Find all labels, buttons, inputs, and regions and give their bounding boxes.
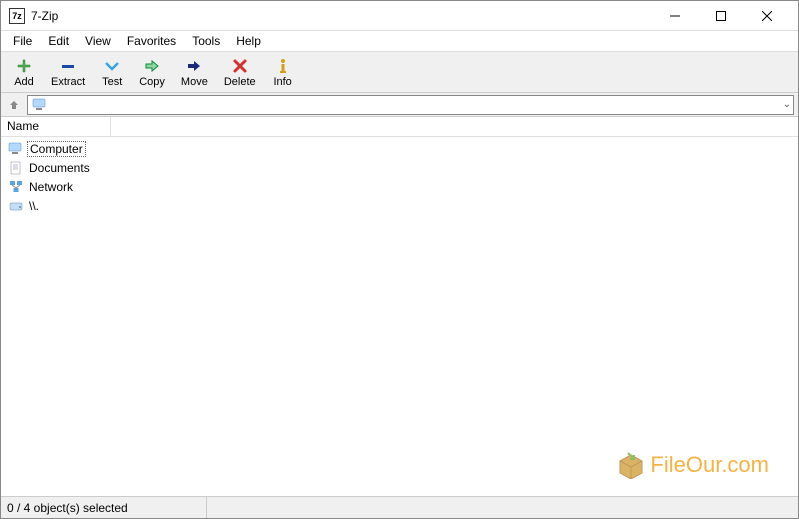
plus-icon xyxy=(16,57,32,75)
file-item-computer[interactable]: Computer xyxy=(5,139,794,158)
file-list[interactable]: Computer Documents Network \\. xyxy=(1,137,798,496)
file-item-documents[interactable]: Documents xyxy=(5,158,794,177)
menu-help[interactable]: Help xyxy=(228,32,269,50)
status-text: 0 / 4 object(s) selected xyxy=(7,497,207,518)
delete-label: Delete xyxy=(224,76,256,88)
extract-label: Extract xyxy=(51,76,85,88)
column-name[interactable]: Name xyxy=(1,117,111,136)
close-icon xyxy=(762,11,772,21)
maximize-icon xyxy=(716,11,726,21)
info-icon xyxy=(275,57,291,75)
menu-favorites[interactable]: Favorites xyxy=(119,32,184,50)
menu-edit[interactable]: Edit xyxy=(40,32,77,50)
document-icon xyxy=(7,160,25,176)
menubar: File Edit View Favorites Tools Help xyxy=(1,31,798,51)
network-icon xyxy=(7,179,25,195)
move-label: Move xyxy=(181,76,208,88)
addressbar: ⌄ xyxy=(1,93,798,117)
move-button[interactable]: Move xyxy=(173,55,216,90)
extract-button[interactable]: Extract xyxy=(43,55,93,90)
copy-label: Copy xyxy=(139,76,165,88)
minimize-button[interactable] xyxy=(652,1,698,31)
add-label: Add xyxy=(14,76,34,88)
content-area: Name Computer Documents Network \\. xyxy=(1,117,798,496)
file-item-root[interactable]: \\. xyxy=(5,196,794,215)
menu-tools[interactable]: Tools xyxy=(184,32,228,50)
window-title: 7-Zip xyxy=(31,9,652,23)
delete-button[interactable]: Delete xyxy=(216,55,264,90)
computer-icon xyxy=(7,141,25,157)
maximize-button[interactable] xyxy=(698,1,744,31)
file-label: Computer xyxy=(27,141,86,157)
app-icon: 7z xyxy=(9,8,25,24)
file-label: Network xyxy=(27,180,75,194)
minimize-icon xyxy=(670,11,680,21)
statusbar: 0 / 4 object(s) selected xyxy=(1,496,798,518)
computer-icon xyxy=(32,98,48,112)
minus-icon xyxy=(60,57,76,75)
check-down-icon xyxy=(104,57,120,75)
file-item-network[interactable]: Network xyxy=(5,177,794,196)
column-header: Name xyxy=(1,117,798,137)
titlebar: 7z 7-Zip xyxy=(1,1,798,31)
address-combo[interactable]: ⌄ xyxy=(27,95,794,115)
test-label: Test xyxy=(102,76,122,88)
window-controls xyxy=(652,1,790,31)
info-label: Info xyxy=(273,76,291,88)
arrow-right-icon xyxy=(186,57,202,75)
copy-button[interactable]: Copy xyxy=(131,55,173,90)
test-button[interactable]: Test xyxy=(93,55,131,90)
x-icon xyxy=(232,57,248,75)
info-button[interactable]: Info xyxy=(264,55,302,90)
menu-view[interactable]: View xyxy=(77,32,119,50)
file-label: \\. xyxy=(27,199,41,213)
up-button[interactable] xyxy=(5,96,23,114)
dropdown-icon[interactable]: ⌄ xyxy=(783,99,791,110)
arrow-right-outline-icon xyxy=(144,57,160,75)
drive-icon xyxy=(7,198,25,214)
toolbar: Add Extract Test Copy Move Delete Info xyxy=(1,51,798,93)
close-button[interactable] xyxy=(744,1,790,31)
menu-file[interactable]: File xyxy=(5,32,40,50)
file-label: Documents xyxy=(27,161,92,175)
up-arrow-icon xyxy=(8,99,20,111)
add-button[interactable]: Add xyxy=(5,55,43,90)
